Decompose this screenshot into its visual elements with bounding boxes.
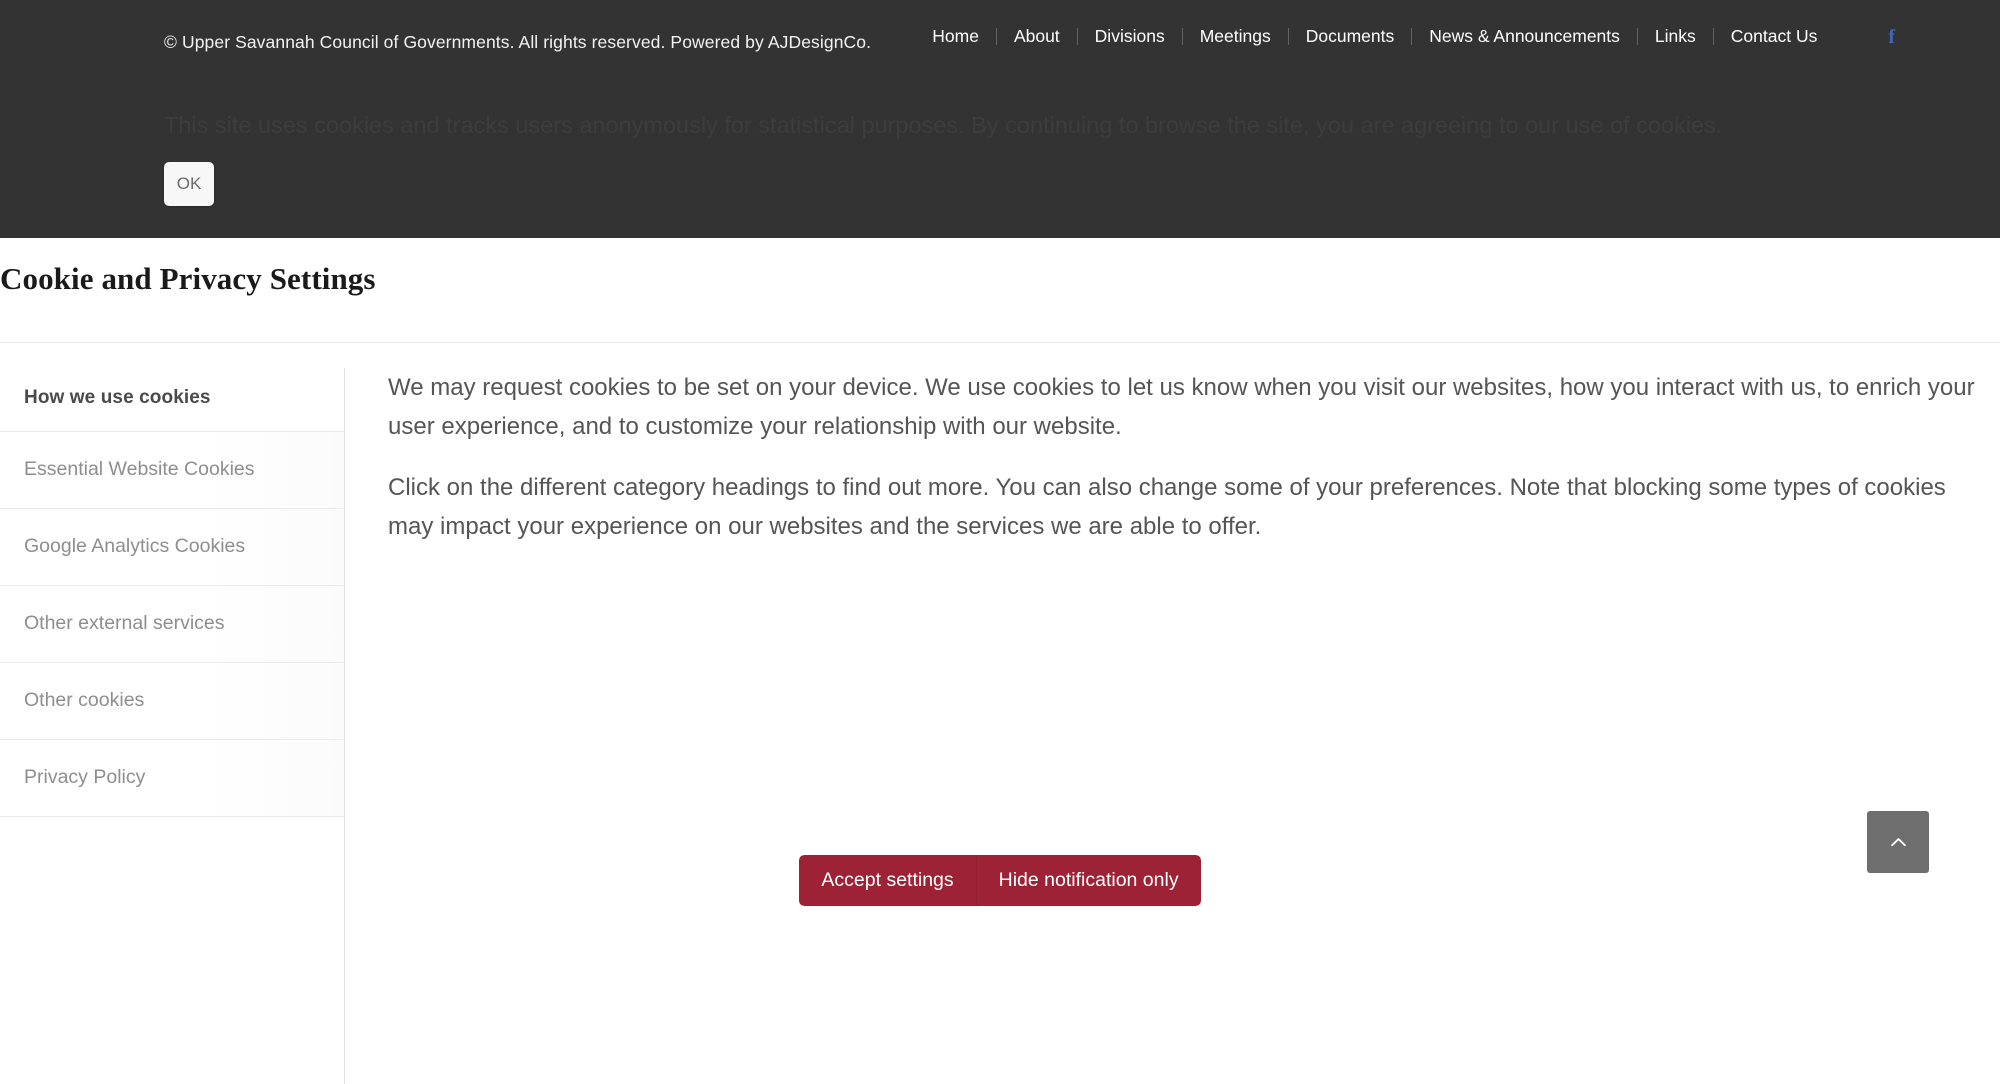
title-divider [0, 342, 2000, 343]
sidebar-item-google-analytics-cookies[interactable]: Google Analytics Cookies [0, 509, 344, 586]
nav-item-meetings[interactable]: Meetings [1183, 26, 1288, 47]
cookie-settings-modal: Cookie and Privacy Settings How we use c… [0, 238, 2000, 1084]
nav-item-contact-us[interactable]: Contact Us [1714, 26, 1835, 47]
chevron-up-icon [1890, 837, 1906, 846]
cookie-notice-text: This site uses cookies and tracks users … [164, 112, 1723, 138]
hide-notification-only-button[interactable]: Hide notification only [975, 855, 1201, 907]
cookie-settings-content: We may request cookies to be set on your… [388, 368, 2000, 568]
sidebar-item-essential-website-cookies[interactable]: Essential Website Cookies [0, 432, 344, 509]
main-navigation: Home About Divisions Meetings Documents … [915, 26, 1895, 47]
content-paragraph-1: We may request cookies to be set on your… [388, 374, 1975, 440]
facebook-icon[interactable]: f [1888, 27, 1895, 47]
cookie-ok-button[interactable]: OK [164, 162, 214, 206]
nav-item-about[interactable]: About [997, 26, 1077, 47]
site-header-bar: © Upper Savannah Council of Governments.… [0, 0, 2000, 238]
modal-action-bar: Accept settings Hide notification only [0, 855, 2000, 907]
nav-item-home[interactable]: Home [915, 26, 996, 47]
nav-item-links[interactable]: Links [1638, 26, 1713, 47]
action-button-group: Accept settings Hide notification only [799, 855, 1201, 907]
accept-settings-button[interactable]: Accept settings [799, 855, 976, 907]
sidebar-item-other-external-services[interactable]: Other external services [0, 586, 344, 663]
sidebar-item-privacy-policy[interactable]: Privacy Policy [0, 740, 344, 817]
social-links: f [1888, 27, 1895, 47]
nav-item-news-announcements[interactable]: News & Announcements [1412, 26, 1637, 47]
sidebar-heading: How we use cookies [24, 387, 211, 408]
page-title: Cookie and Privacy Settings [0, 260, 376, 296]
nav-item-divisions[interactable]: Divisions [1078, 26, 1182, 47]
cookie-consent-notice: This site uses cookies and tracks users … [164, 109, 1864, 206]
cookie-category-sidebar: How we use cookies Essential Website Coo… [0, 368, 345, 1084]
sidebar-item-other-cookies[interactable]: Other cookies [0, 663, 344, 740]
scroll-to-top-button[interactable] [1867, 811, 1929, 873]
cookie-settings-body: How we use cookies Essential Website Coo… [0, 368, 2000, 1084]
content-paragraph-2: Click on the different category headings… [388, 474, 1946, 540]
copyright-text: © Upper Savannah Council of Governments.… [164, 32, 872, 52]
nav-item-documents[interactable]: Documents [1289, 26, 1412, 47]
cookie-category-list: Essential Website Cookies Google Analyti… [0, 431, 344, 817]
